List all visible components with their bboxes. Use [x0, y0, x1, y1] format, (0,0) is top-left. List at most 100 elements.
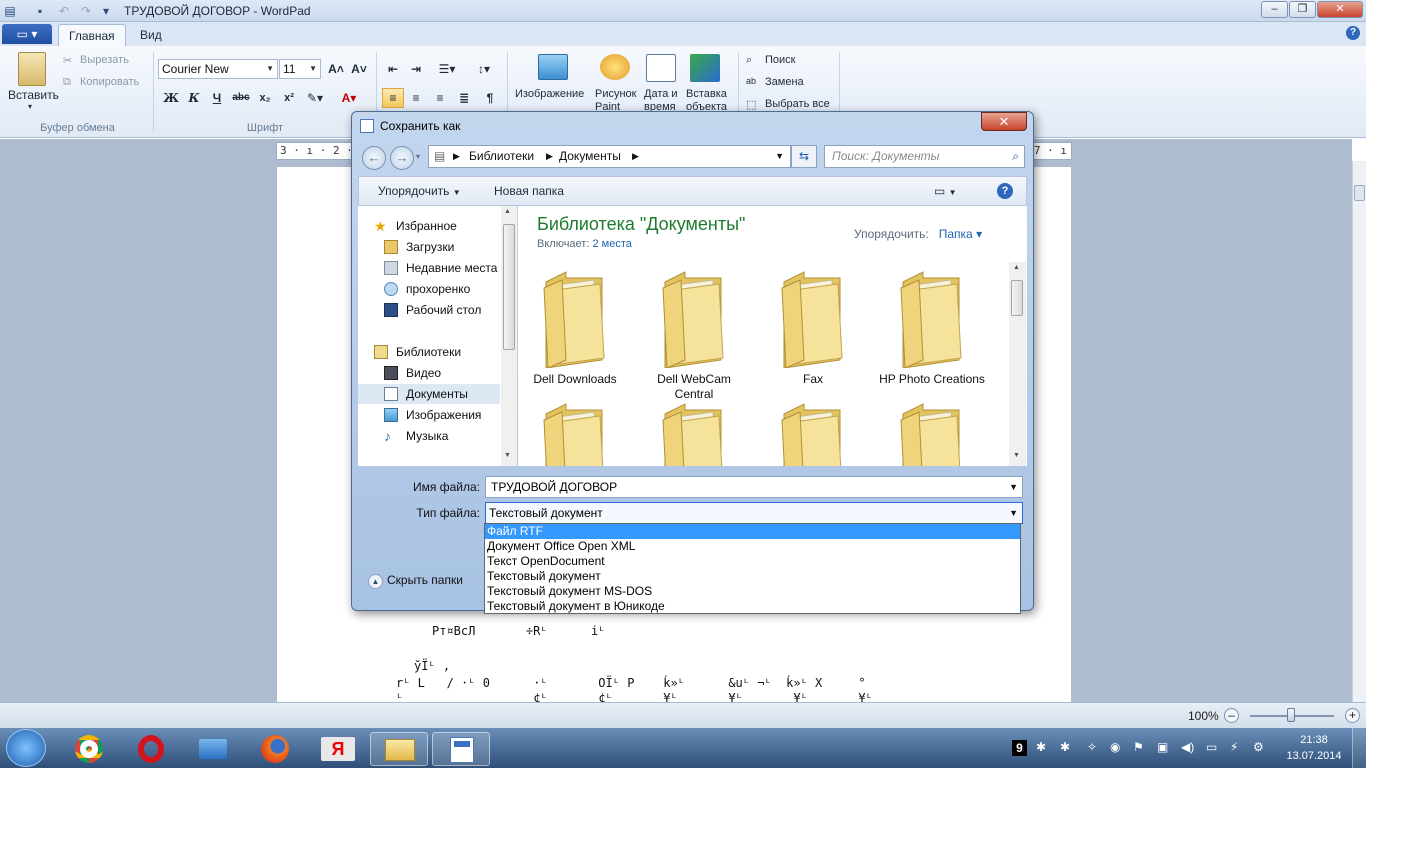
tray-app-icon[interactable]: ◉ — [1110, 740, 1120, 754]
nav-user[interactable]: прохоренко — [358, 279, 500, 299]
paste-icon[interactable] — [18, 52, 46, 86]
filetype-option[interactable]: Документ Office Open XML — [485, 539, 1020, 554]
folder-scrollbar[interactable]: ▲ ▼ — [1009, 262, 1026, 466]
bullets-button[interactable]: ☰▾ — [430, 59, 464, 79]
filetype-option[interactable]: Текстовый документ MS-DOS — [485, 584, 1020, 599]
italic-button[interactable]: К — [183, 88, 205, 108]
address-dropdown-icon[interactable]: ▼ — [775, 146, 784, 167]
justify-button[interactable]: ≣ — [453, 88, 475, 108]
quick-access-dropdown-icon[interactable]: ▾ — [98, 3, 114, 19]
align-left-button[interactable]: ≡ — [382, 88, 404, 108]
folder-item[interactable]: Dell Downloads — [520, 268, 630, 408]
view-options-button[interactable]: ▭ ▼ — [934, 184, 957, 198]
breadcrumb-libraries[interactable]: Библиотеки — [469, 146, 534, 167]
object-icon[interactable] — [690, 54, 720, 82]
nav-downloads[interactable]: Загрузки — [358, 237, 500, 257]
mail-icon[interactable] — [187, 732, 239, 766]
image-button[interactable]: Изображение — [515, 88, 584, 100]
scrollbar-thumb[interactable] — [1354, 185, 1365, 201]
yandex-icon[interactable]: Я — [311, 732, 363, 766]
nav-video[interactable]: Видео — [358, 363, 500, 383]
strikethrough-button[interactable]: abc — [230, 88, 252, 108]
folder-item[interactable] — [639, 400, 749, 466]
scroll-up-icon[interactable]: ▲ — [1013, 264, 1020, 271]
increase-indent-button[interactable]: ⇥ — [405, 59, 427, 79]
select-all-button[interactable]: Выбрать все — [765, 98, 830, 110]
filetype-option[interactable]: Текст OpenDocument — [485, 554, 1020, 569]
refresh-button[interactable]: ⇆ — [791, 145, 817, 168]
nav-scrollbar[interactable]: ▲ ▼ — [501, 206, 517, 466]
nav-favorites[interactable]: ★ Избранное — [358, 216, 500, 236]
superscript-button[interactable]: x² — [278, 88, 300, 108]
breadcrumb-documents[interactable]: Документы — [559, 146, 621, 167]
bold-button[interactable]: Ж — [160, 88, 182, 108]
chevron-down-icon[interactable]: ▼ — [1009, 503, 1018, 523]
zoom-slider-thumb[interactable] — [1287, 708, 1295, 722]
underline-button[interactable]: Ч — [206, 88, 228, 108]
file-menu-button[interactable]: ▭ ▾ — [2, 24, 52, 44]
font-name-select[interactable]: Courier New ▼ — [158, 59, 278, 79]
folder-item[interactable]: Dell WebCam Central — [639, 268, 749, 408]
nav-desktop[interactable]: Рабочий стол — [358, 300, 500, 320]
replace-button[interactable]: Замена — [765, 76, 804, 88]
align-right-button[interactable]: ≡ — [429, 88, 451, 108]
hide-folders-button[interactable]: ▲ Скрыть папки — [368, 573, 463, 589]
decrease-indent-button[interactable]: ⇤ — [382, 59, 404, 79]
tray-power-icon[interactable]: ⚡ — [1230, 740, 1238, 754]
filetype-option[interactable]: Текстовый документ — [485, 569, 1020, 584]
folder-item[interactable] — [758, 400, 868, 466]
folder-item[interactable] — [520, 400, 630, 466]
redo-icon[interactable]: ↷ — [78, 3, 94, 19]
scrollbar-thumb[interactable] — [1011, 280, 1023, 316]
nav-recent-places[interactable]: Недавние места — [358, 258, 500, 278]
chevron-down-icon[interactable]: ▼ — [1009, 477, 1018, 497]
start-button[interactable] — [6, 729, 46, 767]
image-icon[interactable] — [538, 54, 568, 80]
font-color-button[interactable]: A▾ — [338, 88, 360, 108]
copy-button[interactable]: Копировать — [80, 76, 139, 88]
locations-link[interactable]: 2 места — [592, 238, 631, 250]
font-size-select[interactable]: 11 ▼ — [279, 59, 321, 79]
scrollbar-thumb[interactable] — [503, 224, 515, 350]
minimize-button[interactable]: – — [1261, 1, 1288, 18]
search-input[interactable]: Поиск: Документы ⌕ — [824, 145, 1025, 168]
recent-pages-icon[interactable]: ▾ — [416, 152, 420, 161]
clock-date[interactable]: 13.07.2014 — [1282, 750, 1346, 762]
nav-documents[interactable]: Документы — [358, 384, 500, 404]
tab-view[interactable]: Вид — [130, 24, 172, 46]
tray-settings-icon[interactable]: ⚙ — [1253, 740, 1264, 754]
scroll-down-icon[interactable]: ▼ — [1013, 452, 1020, 459]
maximize-button[interactable]: ❐ — [1289, 1, 1316, 18]
tray-network-icon[interactable]: ✱ — [1036, 740, 1046, 754]
tray-device-icon[interactable]: ▣ — [1157, 740, 1168, 754]
show-desktop-button[interactable] — [1352, 728, 1366, 768]
subscript-button[interactable]: x₂ — [254, 88, 276, 108]
tray-flag-icon[interactable]: ⚑ — [1133, 740, 1144, 754]
explorer-icon[interactable] — [370, 732, 428, 766]
filetype-option[interactable]: Текстовый документ в Юникоде — [485, 599, 1020, 614]
grow-font-button[interactable]: A˄ — [325, 59, 347, 79]
nav-libraries[interactable]: Библиотеки — [358, 342, 500, 362]
shrink-font-button[interactable]: A˅ — [348, 59, 370, 79]
firefox-icon[interactable] — [249, 732, 301, 766]
tray-monitor-icon[interactable]: ▭ — [1206, 740, 1217, 754]
close-button[interactable]: ✕ — [1317, 1, 1363, 18]
folder-item[interactable]: HP Photo Creations — [877, 268, 987, 408]
tab-home[interactable]: Главная — [58, 24, 126, 46]
filetype-option[interactable]: Файл RTF — [485, 524, 1020, 539]
dialog-close-button[interactable]: ✕ — [981, 112, 1027, 131]
align-center-button[interactable]: ≡ — [405, 88, 427, 108]
arrange-value-button[interactable]: Папка ▾ — [939, 227, 982, 241]
save-icon[interactable]: ▪ — [32, 3, 48, 19]
zoom-out-button[interactable]: – — [1224, 708, 1239, 723]
zoom-in-button[interactable]: + — [1345, 708, 1360, 723]
paste-dropdown-icon[interactable]: ▾ — [28, 102, 32, 111]
scroll-up-icon[interactable]: ▲ — [504, 208, 511, 215]
forward-button[interactable]: → — [390, 146, 414, 170]
chrome-icon[interactable] — [63, 732, 115, 766]
wordpad-taskbar-icon[interactable] — [432, 732, 490, 766]
nav-pictures[interactable]: Изображения — [358, 405, 500, 425]
scroll-down-icon[interactable]: ▼ — [504, 452, 511, 459]
address-bar[interactable]: ▤ ▶ Библиотеки ▶ Документы ▶ ▼ — [428, 145, 791, 168]
filename-input[interactable]: ТРУДОВОЙ ДОГОВОР ▼ — [485, 476, 1023, 498]
